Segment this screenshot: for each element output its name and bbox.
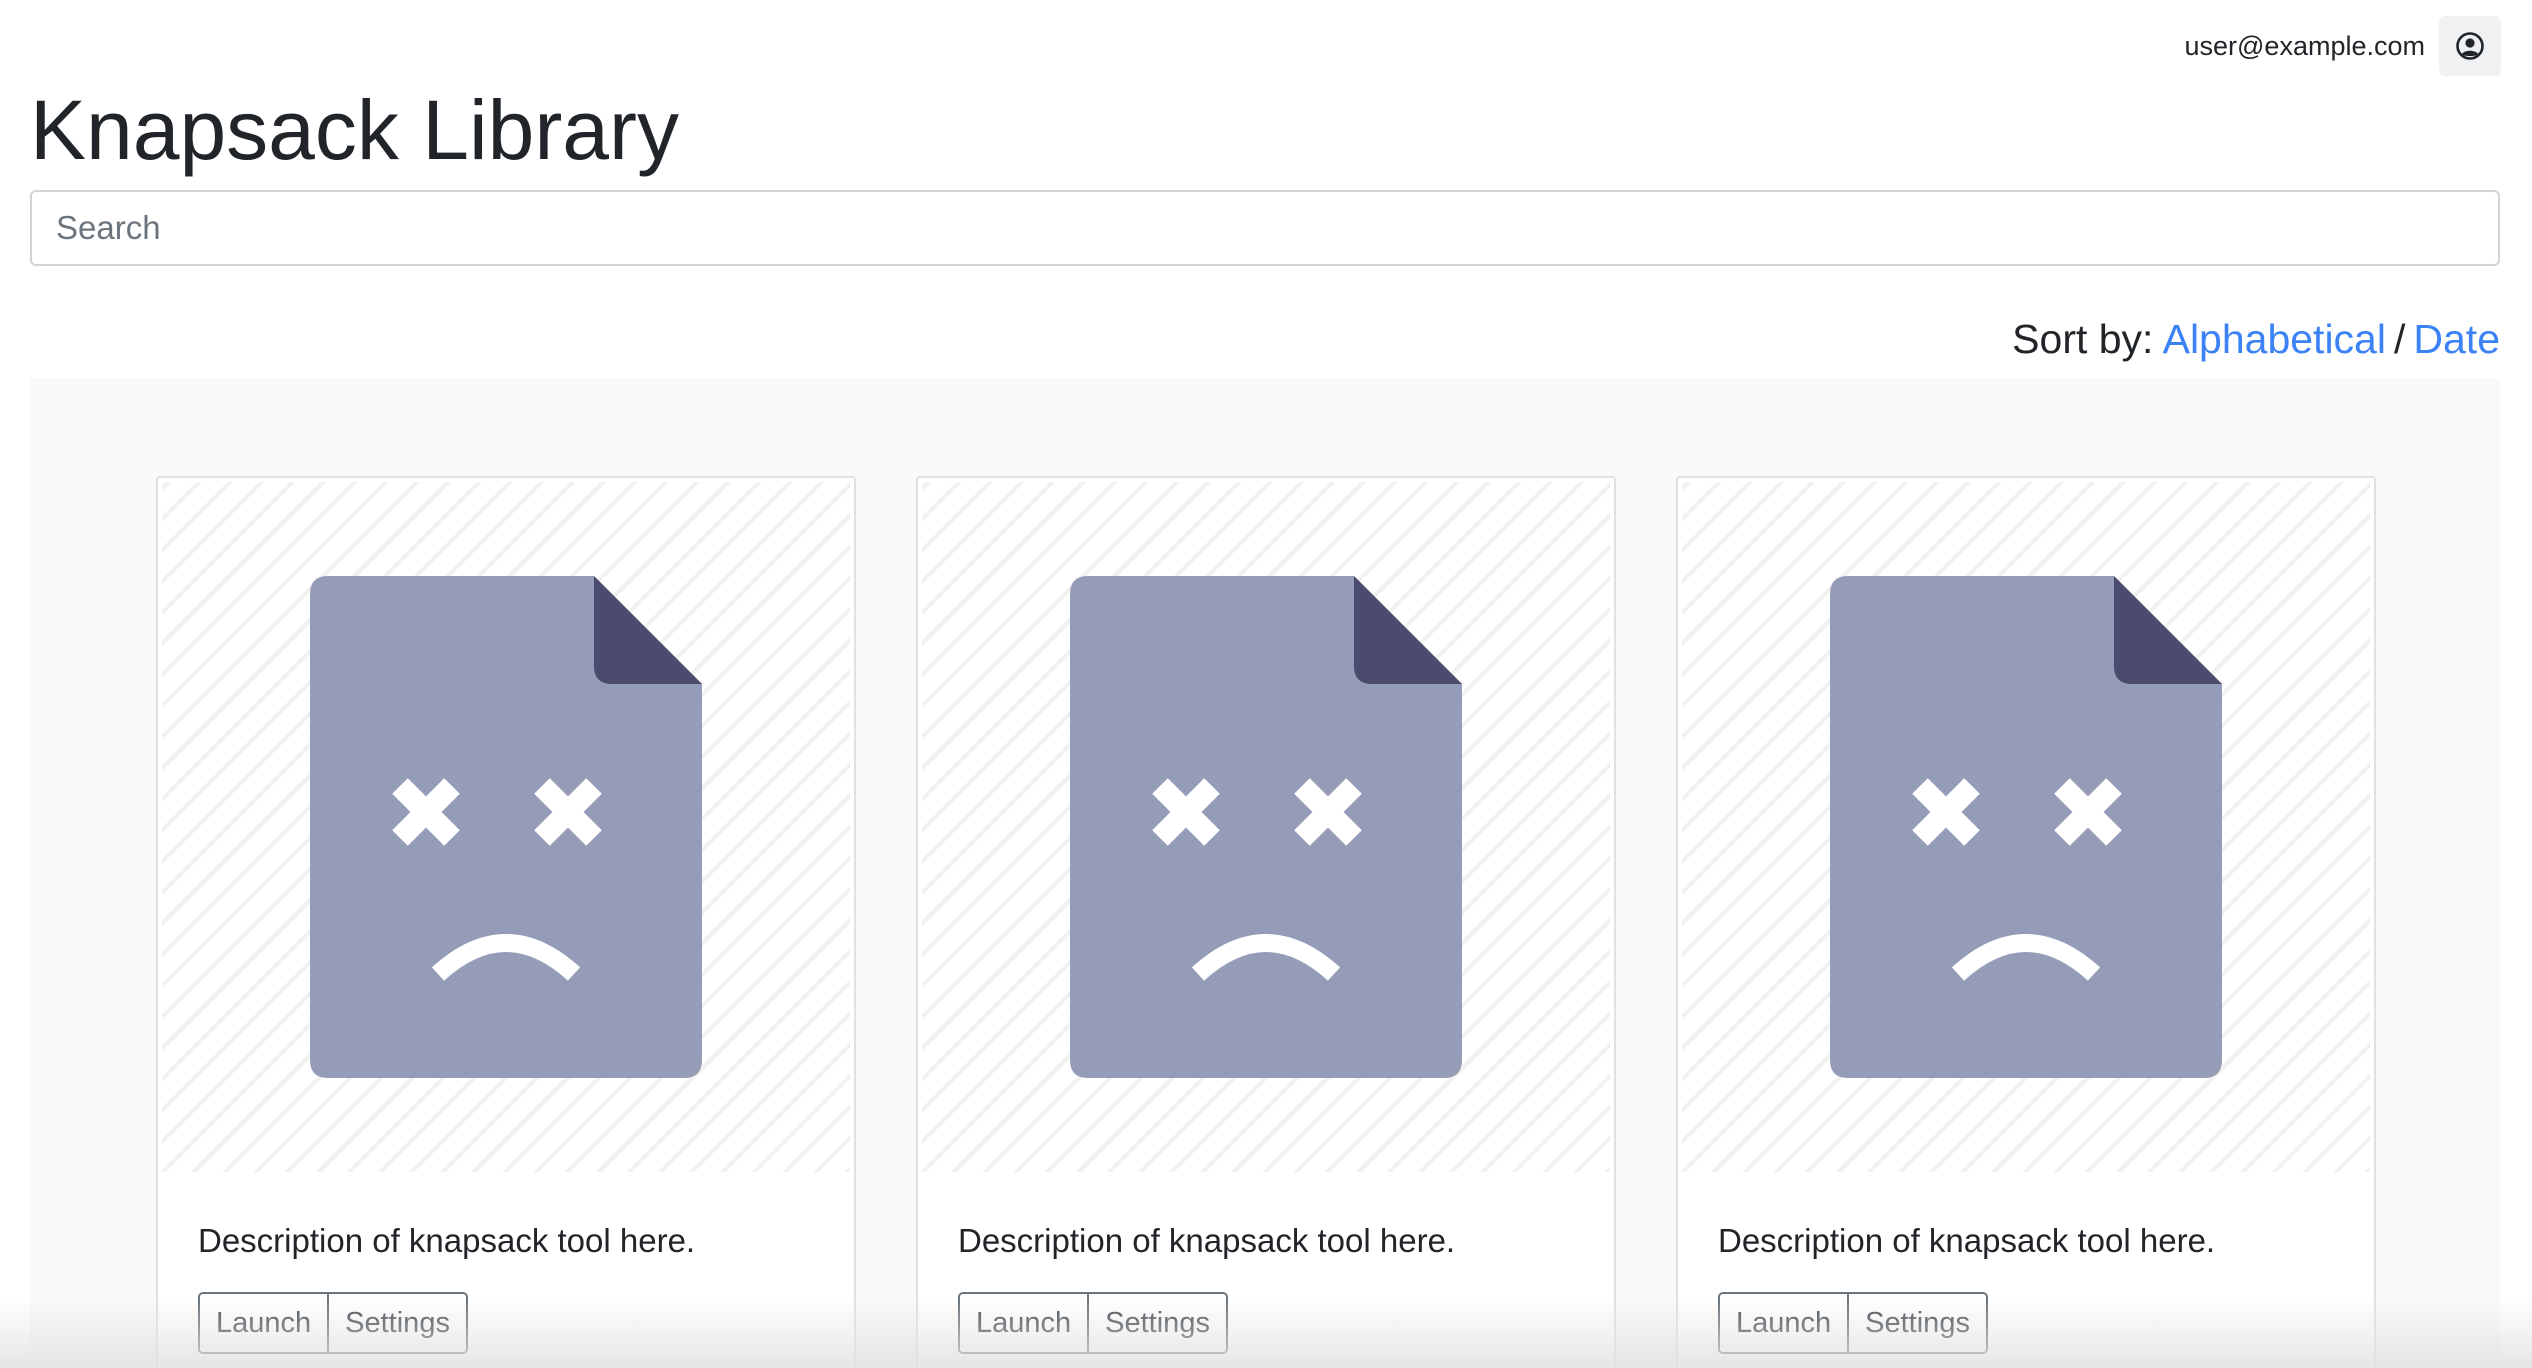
broken-file-sad-icon: [310, 576, 702, 1078]
card-grid: Description of knapsack tool here. Launc…: [30, 378, 2500, 1368]
launch-button[interactable]: Launch: [960, 1294, 1088, 1352]
tool-card: Description of knapsack tool here. Launc…: [1676, 476, 2376, 1368]
launch-button[interactable]: Launch: [200, 1294, 328, 1352]
card-description: Description of knapsack tool here.: [958, 1222, 1456, 1259]
sort-date-link[interactable]: Date: [2413, 316, 2500, 362]
sort-separator: /: [2393, 316, 2406, 362]
sort-alphabetical-link[interactable]: Alphabetical: [2163, 316, 2386, 362]
card-image: [162, 482, 850, 1172]
search-input[interactable]: [30, 190, 2500, 266]
page: user@example.com Knapsack Library Sort b…: [0, 0, 2532, 1368]
sort-label: Sort by:: [2012, 316, 2154, 362]
card-description: Description of knapsack tool here.: [198, 1222, 696, 1259]
settings-button[interactable]: Settings: [1847, 1294, 1986, 1352]
card-image: [922, 482, 1610, 1172]
card-button-group: Launch Settings: [198, 1292, 468, 1354]
page-title: Knapsack Library: [30, 83, 679, 177]
user-area: user@example.com: [2184, 16, 2501, 76]
card-button-group: Launch Settings: [1718, 1292, 1988, 1354]
broken-file-sad-icon: [1070, 576, 1462, 1078]
broken-file-sad-icon: [1830, 576, 2222, 1078]
user-menu-button[interactable]: [2439, 16, 2501, 76]
settings-button[interactable]: Settings: [327, 1294, 466, 1352]
sort-bar: Sort by: Alphabetical / Date: [2012, 310, 2500, 368]
card-image: [1682, 482, 2370, 1172]
user-circle-icon: [2456, 32, 2484, 60]
tool-card: Description of knapsack tool here. Launc…: [156, 476, 856, 1368]
user-email: user@example.com: [2184, 31, 2426, 61]
tool-card: Description of knapsack tool here. Launc…: [916, 476, 1616, 1368]
launch-button[interactable]: Launch: [1720, 1294, 1848, 1352]
card-button-group: Launch Settings: [958, 1292, 1228, 1354]
card-description: Description of knapsack tool here.: [1718, 1222, 2216, 1259]
settings-button[interactable]: Settings: [1087, 1294, 1226, 1352]
